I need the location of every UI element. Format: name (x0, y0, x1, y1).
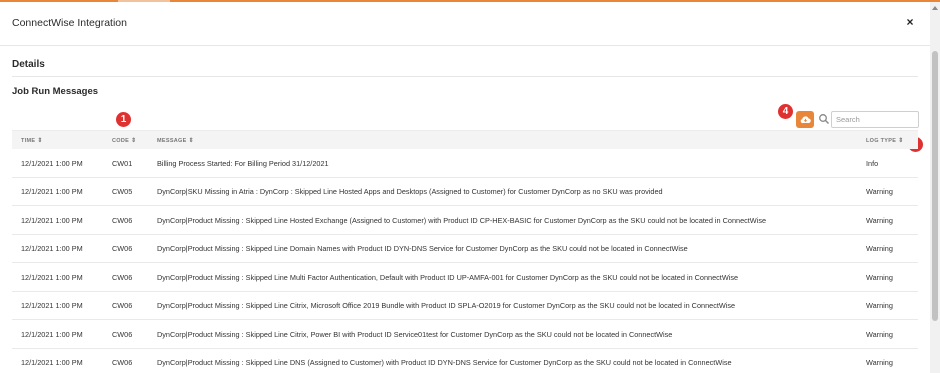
modal-title: ConnectWise Integration (12, 17, 127, 29)
cell-log-type: Warning (866, 358, 893, 367)
table-row: 12/1/2021 1:00 PM CW06 DynCorp|Product M… (12, 206, 918, 235)
cell-message: DynCorp|Product Missing : Skipped Line H… (157, 215, 767, 225)
table-row: 12/1/2021 1:00 PM CW05 DynCorp|SKU Missi… (12, 178, 918, 206)
column-header-label: MESSAGE (157, 138, 187, 144)
column-header-message[interactable]: MESSAGE ⇕ (157, 137, 194, 144)
cell-message: DynCorp|SKU Missing in Atria : DynCorp :… (157, 187, 663, 196)
cell-log-type: Warning (866, 187, 893, 196)
table-row: 12/1/2021 1:00 PM CW06 DynCorp|Product M… (12, 349, 918, 373)
table-row: 12/1/2021 1:00 PM CW06 DynCorp|Product M… (12, 292, 918, 320)
column-header-log-type[interactable]: LOG TYPE ⇕ (866, 137, 904, 144)
cell-log-type: Warning (866, 215, 893, 225)
cell-message: DynCorp|Product Missing : Skipped Line M… (157, 272, 739, 282)
search-input[interactable] (831, 111, 919, 128)
cloud-download-icon (800, 116, 811, 124)
cell-time: 12/1/2021 1:00 PM (21, 215, 83, 225)
vertical-scrollbar[interactable] (930, 2, 940, 373)
cell-time: 12/1/2021 1:00 PM (21, 272, 83, 282)
cell-message: DynCorp|Product Missing : Skipped Line C… (157, 329, 673, 339)
cell-code: CW06 (112, 215, 133, 225)
cell-code: CW06 (112, 272, 133, 282)
cell-code: CW06 (112, 244, 133, 253)
sort-icon: ⇕ (37, 138, 43, 144)
column-header-code[interactable]: CODE ⇕ (112, 137, 136, 144)
cell-code: CW06 (112, 358, 133, 367)
job-run-messages-table: TIME ⇕ CODE ⇕ MESSAGE ⇕ LOG TYPE ⇕ 12/1/2021… (12, 130, 918, 373)
cell-time: 12/1/2021 1:00 PM (21, 187, 83, 196)
cell-code: CW06 (112, 301, 133, 310)
cell-time: 12/1/2021 1:00 PM (21, 358, 83, 367)
export-button[interactable] (796, 111, 814, 128)
table-row: 12/1/2021 1:00 PM CW01 Billing Process S… (12, 149, 918, 178)
cell-message: DynCorp|Product Missing : Skipped Line D… (157, 358, 732, 367)
scroll-up-arrow-icon[interactable] (932, 6, 938, 10)
close-icon[interactable]: × (903, 15, 917, 29)
cell-code: CW06 (112, 329, 133, 339)
column-header-label: TIME (21, 138, 36, 144)
cell-log-type: Warning (866, 272, 893, 282)
cell-time: 12/1/2021 1:00 PM (21, 329, 83, 339)
search-icon (819, 114, 829, 124)
connectwise-integration-modal: ConnectWise Integration × Details Job Ru… (0, 2, 930, 373)
column-header-time[interactable]: TIME ⇕ (21, 137, 43, 144)
sort-icon: ⇕ (131, 138, 137, 144)
cell-code: CW01 (112, 158, 133, 168)
column-header-label: LOG TYPE (866, 138, 897, 144)
sort-icon: ⇕ (898, 138, 904, 144)
scrollbar-thumb[interactable] (932, 51, 938, 321)
annotation-badge-1: 1 (116, 112, 131, 127)
cell-time: 12/1/2021 1:00 PM (21, 301, 83, 310)
table-row: 12/1/2021 1:00 PM CW06 DynCorp|Product M… (12, 320, 918, 349)
sort-icon: ⇕ (188, 138, 194, 144)
cell-code: CW05 (112, 187, 133, 196)
cell-message: DynCorp|Product Missing : Skipped Line D… (157, 244, 688, 253)
cell-log-type: Warning (866, 301, 893, 310)
divider (12, 76, 918, 77)
divider (0, 45, 930, 46)
annotation-badge-4: 4 (778, 104, 793, 119)
column-header-label: CODE (112, 138, 130, 144)
job-run-messages-heading: Job Run Messages (12, 86, 99, 97)
table-row: 12/1/2021 1:00 PM CW06 DynCorp|Product M… (12, 235, 918, 263)
cell-message: DynCorp|Product Missing : Skipped Line C… (157, 301, 736, 310)
cell-log-type: Warning (866, 244, 893, 253)
cell-log-type: Info (866, 158, 879, 168)
table-row: 12/1/2021 1:00 PM CW06 DynCorp|Product M… (12, 263, 918, 292)
details-heading[interactable]: Details (12, 59, 45, 70)
cell-time: 12/1/2021 1:00 PM (21, 244, 83, 253)
table-header: TIME ⇕ CODE ⇕ MESSAGE ⇕ LOG TYPE ⇕ (12, 130, 918, 149)
cell-message: Billing Process Started: For Billing Per… (157, 158, 329, 168)
cell-log-type: Warning (866, 329, 893, 339)
cell-time: 12/1/2021 1:00 PM (21, 158, 83, 168)
